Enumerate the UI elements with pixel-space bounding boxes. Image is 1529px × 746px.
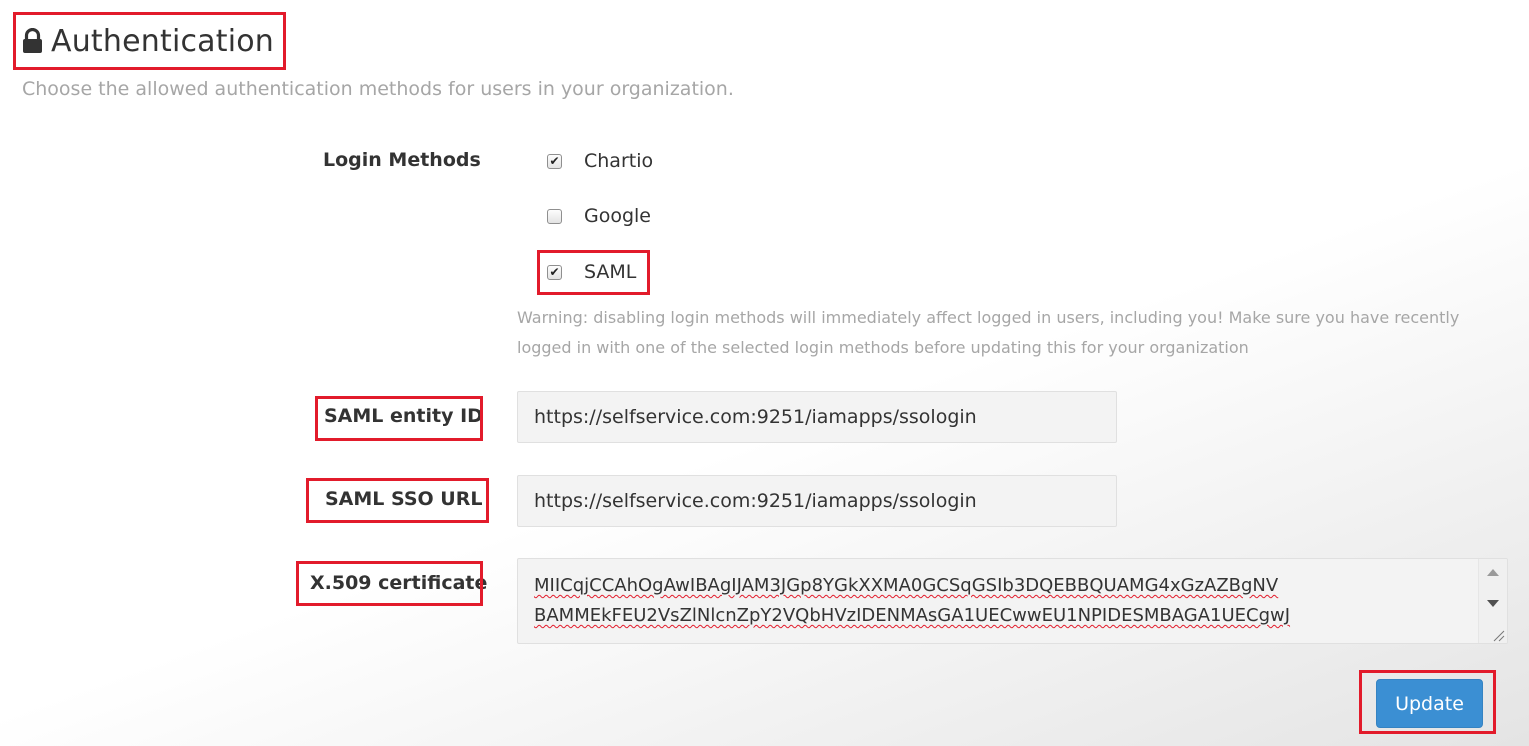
highlight-box-entity-id [315, 396, 483, 441]
login-methods-warning: Warning: disabling login methods will im… [517, 303, 1477, 363]
scroll-down-arrow-icon[interactable] [1487, 600, 1499, 607]
chartio-label: Chartio [584, 150, 654, 172]
google-label: Google [584, 205, 652, 227]
highlight-box-certificate [296, 561, 483, 606]
highlight-box-saml [537, 250, 650, 295]
login-option-chartio[interactable]: ✔ Chartio [547, 149, 653, 173]
saml-entity-id-input[interactable]: https://selfservice.com:9251/iamapps/sso… [517, 391, 1117, 443]
warning-line-2: logged in with one of the selected login… [517, 338, 1249, 357]
certificate-line-2: BAMMEkFEU2VsZlNlcnZpY2VQbHVzIDENMAsGA1UE… [534, 605, 1291, 626]
resize-handle-icon[interactable] [1491, 627, 1505, 642]
update-button[interactable]: Update [1376, 679, 1483, 728]
chartio-checkbox[interactable]: ✔ [547, 153, 562, 169]
scroll-up-arrow-icon[interactable] [1487, 569, 1499, 576]
certificate-line-1: MIICqjCCAhOgAwIBAgIJAM3JGp8YGkXXMA0GCSqG… [534, 575, 1279, 596]
login-option-google[interactable]: Google [547, 204, 651, 228]
checkmark-icon: ✔ [549, 154, 560, 168]
certificate-textarea[interactable]: MIICqjCCAhOgAwIBAgIJAM3JGp8YGkXXMA0GCSqG… [517, 558, 1508, 644]
login-methods-label: Login Methods [323, 149, 481, 171]
saml-sso-url-input[interactable]: https://selfservice.com:9251/iamapps/sso… [517, 475, 1117, 527]
highlight-box-sso-url [306, 478, 489, 523]
page-subtitle: Choose the allowed authentication method… [22, 78, 734, 100]
highlight-box-title [13, 12, 286, 70]
warning-line-1: Warning: disabling login methods will im… [517, 308, 1460, 327]
google-checkbox[interactable] [547, 208, 562, 224]
